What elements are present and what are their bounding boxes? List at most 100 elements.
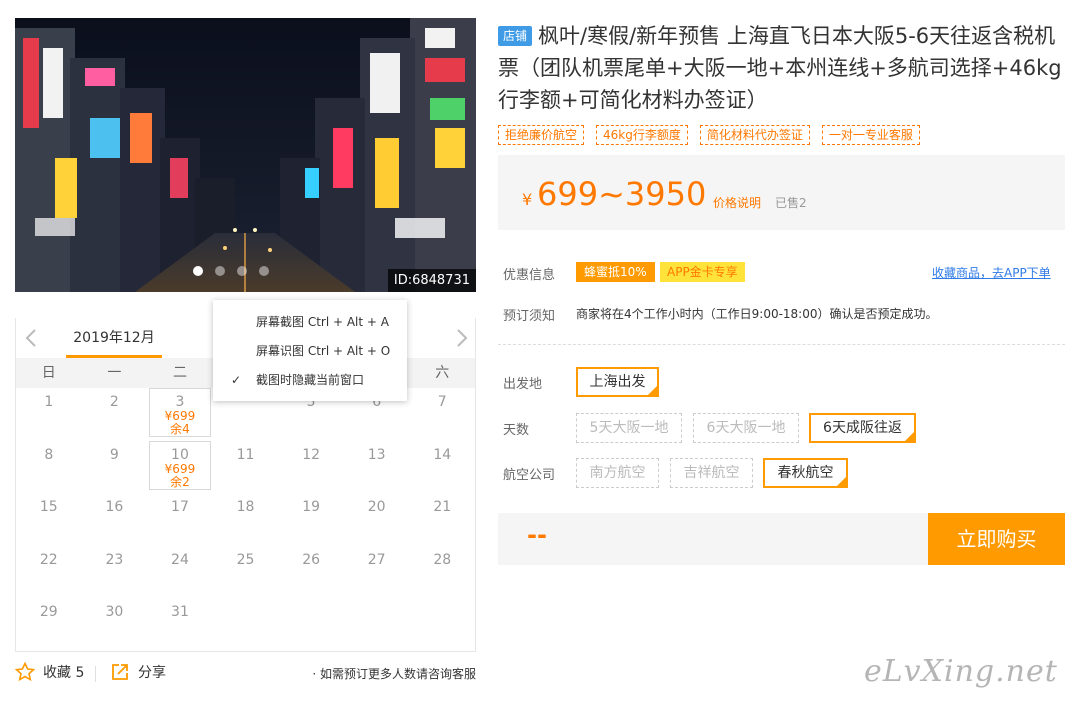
- calendar-day: 16: [82, 493, 148, 546]
- day-number: 30: [105, 604, 124, 620]
- day-number: 19: [302, 499, 321, 515]
- day-number: 20: [367, 499, 386, 515]
- day-number: 21: [433, 499, 452, 515]
- menu-item-screenshot[interactable]: 屏幕截图 Ctrl + Alt + A: [213, 308, 407, 336]
- share-button[interactable]: 分享: [110, 662, 166, 682]
- option-label: 5天大阪一地: [589, 420, 669, 436]
- feature-tag: 46kg行李额度: [596, 125, 688, 145]
- shop-badge: 店铺: [498, 26, 533, 46]
- option-label: 春秋航空: [777, 465, 834, 481]
- sold-count: 已售2: [775, 196, 807, 210]
- calendar-day: 23: [82, 546, 148, 599]
- menu-item-image-recognition[interactable]: 屏幕识图 Ctrl + Alt + O: [213, 337, 407, 365]
- calendar-month-tab[interactable]: 2019年12月: [66, 318, 162, 358]
- calendar-day: 18: [213, 493, 279, 546]
- day-outline: [149, 388, 211, 437]
- calendar-day: 1: [16, 388, 82, 441]
- buy-now-button[interactable]: 立即购买: [928, 513, 1065, 565]
- calendar-week-row: 29 30 31: [16, 598, 475, 651]
- option-label: 吉祥航空: [683, 465, 740, 481]
- calendar-day: 27: [344, 546, 410, 599]
- calendar-day: 11: [213, 441, 279, 494]
- favorite-label: 收藏 5: [43, 665, 85, 681]
- option-days-6-roundtrip[interactable]: 6天成阪往返: [809, 413, 916, 443]
- share-icon: [112, 664, 128, 680]
- carousel-dot[interactable]: [259, 266, 269, 276]
- action-footer: 收藏 5 分享 · 如需预订更多人数请咨询客服: [15, 662, 476, 686]
- calendar-day: 21: [409, 493, 475, 546]
- prev-month-chevron-left-icon[interactable]: [20, 326, 42, 350]
- calendar-day-available[interactable]: 3 ¥699 余4: [147, 388, 213, 441]
- consult-note: · 如需预订更多人数请咨询客服: [312, 667, 476, 681]
- weekday-label: 六: [435, 365, 450, 381]
- product-photo[interactable]: ID:6848731: [15, 18, 476, 292]
- menu-item-hide-window[interactable]: ✓ 截图时隐藏当前窗口: [213, 366, 407, 394]
- calendar-day: 25: [213, 546, 279, 599]
- option-airline-china-southern[interactable]: 南方航空: [576, 458, 659, 488]
- night-street-image: [15, 18, 476, 292]
- day-number: 2: [109, 394, 119, 410]
- calendar-day: 24: [147, 546, 213, 599]
- price-explanation-link[interactable]: 价格说明: [713, 194, 761, 211]
- promotions-label: 优惠信息: [503, 268, 556, 283]
- option-airline-juneyao[interactable]: 吉祥航空: [670, 458, 753, 488]
- carousel-dot[interactable]: [237, 266, 247, 276]
- option-label: 南方航空: [589, 465, 646, 481]
- airline-label: 航空公司: [503, 468, 556, 483]
- menu-item-label: 屏幕识图 Ctrl + Alt + O: [256, 344, 391, 358]
- day-number: 17: [171, 499, 189, 515]
- favorite-button[interactable]: 收藏 5: [15, 662, 84, 682]
- weekday-label: 二: [172, 365, 187, 381]
- calendar-day: [278, 598, 344, 651]
- option-departure-shanghai[interactable]: 上海出发: [576, 367, 659, 397]
- calendar-day: 12: [278, 441, 344, 494]
- favorite-app-order-link[interactable]: 收藏商品，去APP下单: [932, 264, 1051, 281]
- total-price: --: [527, 521, 547, 549]
- divider: [95, 666, 96, 682]
- calendar-week-row: 22 23 24 25 26 27 28: [16, 546, 475, 599]
- price-range: 699~3950: [537, 175, 707, 213]
- calendar-week-row: 15 16 17 18 19 20 21: [16, 493, 475, 546]
- day-number: 29: [39, 604, 58, 620]
- day-number: 7: [437, 394, 447, 410]
- honey-discount-badge: 蜂蜜抵10%: [576, 262, 655, 282]
- checkmark-icon: ✓: [231, 373, 242, 387]
- day-number: 1: [44, 394, 54, 410]
- photo-id-label: ID:6848731: [387, 269, 476, 292]
- option-airline-spring[interactable]: 春秋航空: [763, 458, 848, 488]
- app-gold-card-badge: APP金卡专享: [660, 262, 745, 282]
- day-number: [409, 598, 475, 604]
- calendar-day: 22: [16, 546, 82, 599]
- booking-notice-text: 商家将在4个工作小时内（工作日9:00-18:00）确认是否预定成功。: [576, 307, 938, 321]
- calendar-day: 2: [82, 388, 148, 441]
- feature-tag: 拒绝廉价航空: [498, 125, 585, 145]
- option-days-6-osaka[interactable]: 6天大阪一地: [693, 413, 799, 443]
- calendar-day: 19: [278, 493, 344, 546]
- day-number: 8: [44, 446, 54, 463]
- next-month-chevron-right-icon[interactable]: [451, 326, 473, 350]
- booking-notice-label: 预订须知: [503, 309, 556, 324]
- currency-symbol: ¥: [522, 190, 533, 209]
- carousel-dot[interactable]: [193, 266, 203, 276]
- product-title-text: 枫叶/寒假/新年预售 上海直飞日本大阪5-6天往返含税机票（团队机票尾单+大阪一…: [498, 24, 1062, 112]
- calendar-day: 8: [16, 441, 82, 494]
- calendar-day: 13: [344, 441, 410, 494]
- menu-item-label: 屏幕截图 Ctrl + Alt + A: [256, 315, 389, 329]
- share-label: 分享: [138, 665, 166, 681]
- calendar-day: 29: [16, 598, 82, 651]
- day-number: 11: [236, 446, 255, 463]
- carousel-dots: [193, 266, 269, 276]
- calendar-day: 9: [82, 441, 148, 494]
- day-number: 25: [236, 551, 255, 568]
- calendar-day-available[interactable]: 10 ¥699 余2: [147, 440, 213, 494]
- calendar-day: 20: [344, 493, 410, 546]
- feature-tags: 拒绝廉价航空 46kg行李额度 简化材料代办签证 一对一专业客服: [498, 125, 920, 145]
- option-days-5-osaka[interactable]: 5天大阪一地: [576, 413, 682, 443]
- calendar-day: 15: [16, 493, 82, 546]
- days-label: 天数: [503, 423, 530, 438]
- carousel-dot[interactable]: [215, 266, 225, 276]
- calendar-day: 30: [82, 598, 148, 651]
- option-label: 6天成阪往返: [823, 420, 902, 436]
- weekday-label: 日: [41, 365, 56, 381]
- day-number: 26: [302, 551, 321, 568]
